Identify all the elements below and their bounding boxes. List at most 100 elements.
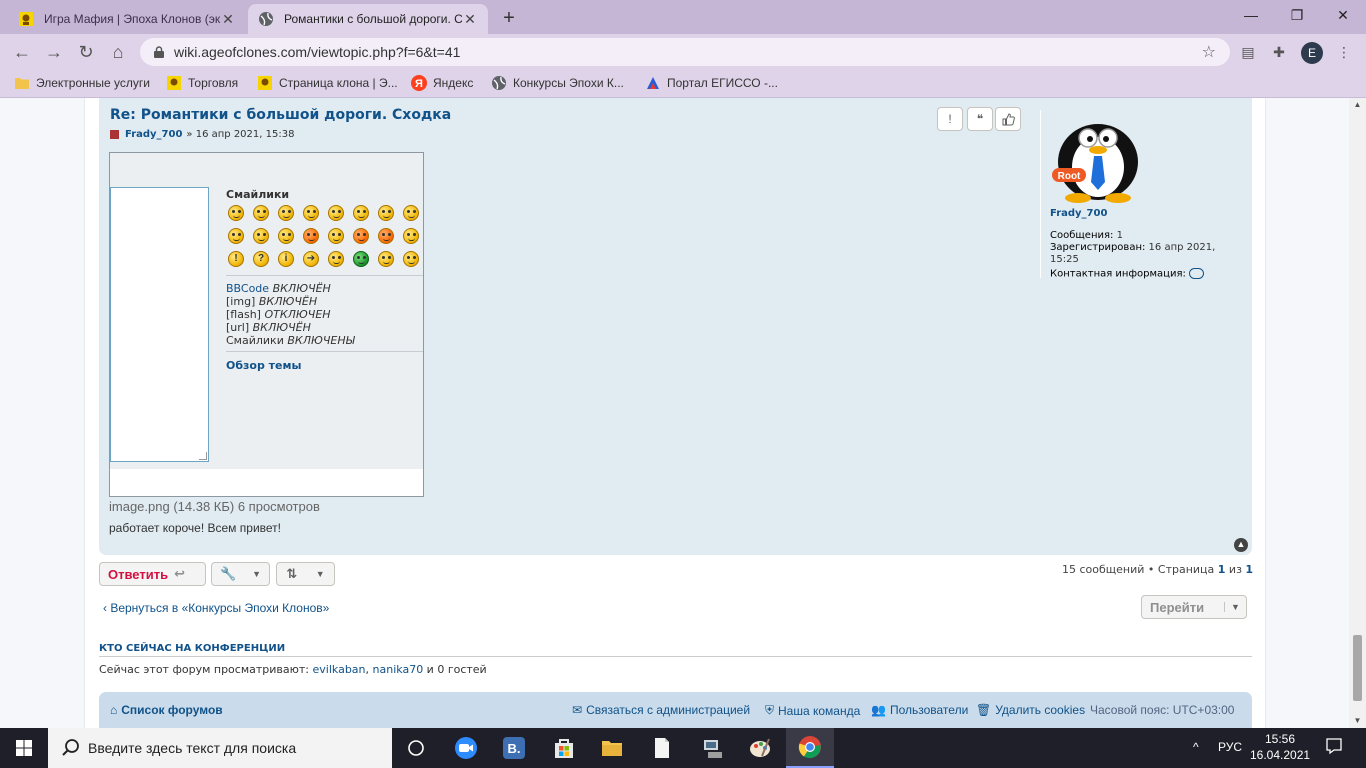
attachment-strip: [110, 469, 423, 475]
store-app[interactable]: [540, 728, 588, 768]
report-button[interactable]: !: [937, 107, 963, 131]
smiley-rolleyes-icon: [403, 228, 419, 244]
taskbar-search[interactable]: Введите здесь текст для поиска: [48, 728, 392, 768]
reply-button[interactable]: Ответить ↩: [99, 562, 206, 586]
bookmark-item[interactable]: Страница клона | Э...: [257, 75, 398, 91]
profile-avatar[interactable]: E: [1301, 42, 1323, 64]
trash-icon: 🗑: [976, 703, 992, 717]
restore-button[interactable]: ❐: [1274, 0, 1320, 30]
notifications-icon[interactable]: [1325, 737, 1343, 758]
back-to-top-icon[interactable]: ▲: [1234, 538, 1248, 552]
bookmark-item[interactable]: Портал ЕГИССО -...: [645, 75, 778, 91]
jump-to-button[interactable]: Перейти ▼: [1141, 595, 1247, 619]
smiley-twisted-icon: [378, 228, 394, 244]
input-language[interactable]: РУС: [1218, 740, 1242, 754]
post-title[interactable]: Re: Романтики с большой дороги. Сходка: [110, 107, 451, 123]
close-window-button[interactable]: ✕: [1320, 0, 1366, 30]
bbcode-state: ВКЛЮЧЁН: [252, 321, 311, 334]
scroll-down-icon[interactable]: ▼: [1349, 714, 1366, 728]
avatar[interactable]: Root: [1050, 112, 1145, 204]
clone-favicon-icon: [19, 12, 33, 26]
who-is-online-heading[interactable]: КТО СЕЙЧАС НА КОНФЕРЕНЦИИ: [99, 643, 1252, 657]
bookmark-star-icon[interactable]: ☆: [1202, 42, 1216, 62]
notepad-app[interactable]: [638, 728, 686, 768]
forward-arrow-icon[interactable]: →: [42, 40, 66, 64]
scroll-up-icon[interactable]: ▲: [1349, 98, 1366, 112]
attachment-image[interactable]: Смайлики ! ? i ➔ BBCode ВКЛЮЧЁН [img] ВК…: [109, 152, 424, 497]
chrome-app[interactable]: [786, 728, 834, 768]
quote-button[interactable]: ❝: [967, 107, 993, 131]
close-tab-icon[interactable]: ✕: [220, 11, 236, 28]
minimize-button[interactable]: —: [1228, 0, 1274, 30]
delete-cookies-link[interactable]: 🗑 Удалить cookies: [976, 703, 1085, 717]
file-explorer-app[interactable]: [588, 728, 636, 768]
bookmark-item[interactable]: Торговля: [166, 75, 238, 91]
kebab-menu-icon[interactable]: ⋮: [1334, 42, 1354, 62]
speech-bubble-icon[interactable]: [1188, 268, 1204, 279]
members-link[interactable]: 👥 Пользователи: [871, 703, 968, 717]
network-app[interactable]: [688, 728, 736, 768]
bookmark-label: Электронные услуги: [36, 76, 150, 90]
smiley-confused-icon: [378, 205, 394, 221]
chrome-icon: [798, 736, 821, 759]
posts-label: Сообщения:: [1050, 230, 1114, 241]
tab-mafia[interactable]: Игра Мафия | Эпоха Клонов (эк ✕: [8, 4, 246, 34]
vk-app[interactable]: B.: [490, 728, 538, 768]
online-user[interactable]: nanika70: [373, 663, 424, 676]
like-button[interactable]: [995, 107, 1021, 131]
bookmark-item[interactable]: Я Яндекс: [411, 75, 473, 91]
tab-romantiki[interactable]: Романтики с большой дороги. С ✕: [248, 4, 488, 34]
profile-posts: Сообщения: 1: [1050, 230, 1123, 242]
divider: [226, 275, 423, 276]
reading-list-icon[interactable]: ▤: [1238, 42, 1258, 62]
task-view-button[interactable]: [392, 728, 440, 768]
new-tab-button[interactable]: +: [497, 7, 521, 31]
bbcode-line: [flash] ОТКЛЮЧЕН: [226, 308, 355, 321]
reload-icon[interactable]: ↻: [74, 40, 98, 64]
address-bar[interactable]: wiki.ageofclones.com/viewtopic.php?f=6&t…: [140, 38, 1230, 66]
forum-index-label: Список форумов: [121, 703, 223, 717]
scrollbar-thumb[interactable]: [1353, 635, 1362, 701]
svg-text:B.: B.: [508, 741, 521, 756]
clock-date: 16.04.2021: [1250, 748, 1311, 762]
post-icon[interactable]: [110, 130, 119, 139]
bookmark-item[interactable]: Электронные услуги: [14, 75, 150, 91]
post-meta: Frady_700 » 16 апр 2021, 15:38: [110, 129, 294, 140]
pagination-of: из: [1225, 563, 1246, 576]
forum-index-link[interactable]: ⌂ Список форумов: [110, 703, 223, 717]
attachment-caption: image.png (14.38 КБ) 6 просмотров: [109, 499, 320, 514]
profile-username[interactable]: Frady_700: [1050, 208, 1107, 219]
members-label: Пользователи: [889, 703, 969, 717]
team-link[interactable]: ⛨ Наша команда: [765, 703, 860, 718]
footer-navbar: ⌂ Список форумов ✉ Связаться с администрац…: [99, 692, 1252, 728]
vk-icon: B.: [503, 737, 525, 759]
post-author[interactable]: Frady_700: [125, 129, 182, 140]
contact-admin-link[interactable]: ✉ Связаться с администрацией: [572, 703, 750, 717]
close-tab-icon[interactable]: ✕: [462, 11, 478, 28]
bbcode-name: Смайлики: [226, 334, 284, 347]
start-button[interactable]: [0, 728, 48, 768]
home-icon[interactable]: ⌂: [106, 40, 130, 64]
sort-options-button[interactable]: ⇅ ▼: [276, 562, 335, 586]
paint-app[interactable]: [736, 728, 784, 768]
total-pages[interactable]: 1: [1245, 563, 1253, 576]
taskbar-clock[interactable]: 15:56 16.04.2021: [1250, 731, 1310, 763]
bookmark-label: Портал ЕГИССО -...: [667, 76, 778, 90]
zoom-app[interactable]: [442, 728, 490, 768]
contact-label: Связаться с администрацией: [586, 703, 751, 717]
extensions-puzzle-icon[interactable]: ✚: [1269, 42, 1289, 62]
browser-toolbar: ← → ↻ ⌂ wiki.ageofclones.com/viewtopic.p…: [0, 34, 1366, 70]
bookmark-item[interactable]: Конкурсы Эпохи К...: [491, 75, 624, 91]
profile-contact: Контактная информация:: [1050, 268, 1204, 281]
back-arrow-icon[interactable]: ←: [10, 40, 34, 64]
posts-value[interactable]: 1: [1117, 230, 1123, 241]
envelope-icon: ✉: [572, 703, 583, 717]
topic-tools-button[interactable]: 🔧 ▼: [211, 562, 270, 586]
online-user[interactable]: evilkaban: [313, 663, 366, 676]
contact-label: Контактная информация:: [1050, 268, 1186, 280]
page-scrollbar[interactable]: ▲ ▼: [1349, 98, 1366, 728]
tray-chevron-up-icon[interactable]: ^: [1193, 740, 1199, 754]
smiley-evil-icon: [353, 228, 369, 244]
computer-network-icon: [704, 740, 722, 758]
return-to-forum-link[interactable]: ‹ Вернуться в «Конкурсы Эпохи Клонов»: [103, 601, 329, 615]
